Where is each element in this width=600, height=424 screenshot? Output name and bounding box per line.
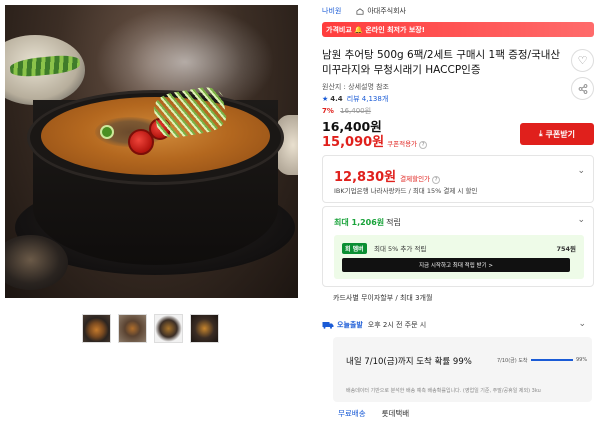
carrier-label: 롯데택배	[381, 409, 410, 418]
membership-badge: 회 멤버	[342, 243, 367, 254]
chevron-down-icon[interactable]: ⌄	[577, 166, 585, 176]
steam	[95, 5, 275, 100]
star-icon: ★	[322, 95, 329, 103]
thumbnail[interactable]	[82, 314, 111, 343]
card-discount-price: 12,830원	[334, 170, 397, 185]
rating-score: 4.4	[330, 95, 343, 103]
delivery-condition: 오후 2시 전 주문 시	[367, 321, 427, 329]
delivery-header: 오늘출발 오후 2시 전 주문 시 ⌄	[322, 319, 594, 330]
small-bowl	[5, 235, 68, 290]
heart-icon: ♡	[577, 54, 588, 67]
coupon-price-label: 쿠폰적용가	[387, 140, 418, 148]
share-button[interactable]	[571, 77, 594, 100]
chevron-down-icon[interactable]: ⌄	[578, 319, 586, 329]
wishlist-button[interactable]: ♡	[571, 49, 594, 72]
chevron-down-icon[interactable]: ⌄	[577, 215, 585, 225]
installment-info: 카드사별 무이자할부 / 최대 3개월	[333, 294, 433, 302]
arrival-note: 배송데이터 기반으로 분석한 배송 예측 배송확률입니다. (영업일 기준, 주…	[346, 388, 541, 394]
arrival-estimate: 내일 7/10(금)까지 도착 확률 99%	[346, 357, 472, 367]
coupon-button-label: 쿠폰받기	[545, 129, 575, 139]
store-link[interactable]: 아대주식회사	[356, 6, 406, 16]
original-price: 16,400원	[340, 107, 372, 115]
seller-bar: 나비원 아대주식회사	[322, 6, 406, 16]
arrival-probability-bar	[531, 359, 573, 361]
card-discount-box[interactable]: 12,830원 결제할인가 ? IBK기업은행 나라사랑카드 / 최대 15% …	[322, 155, 594, 203]
coupon-price-row: 15,090원 쿠폰적용가 ?	[322, 131, 428, 150]
discount-row: 7% 16,400원	[322, 106, 371, 116]
card-discount-label: 결제할인가	[400, 175, 431, 183]
thumbnail[interactable]	[190, 314, 219, 343]
shipping-options: 무료배송 롯데택배	[338, 408, 409, 419]
free-shipping-label: 무료배송	[338, 409, 366, 418]
membership-benefit-text: 최대 5% 추가 적립	[374, 245, 427, 253]
rating-row[interactable]: ★ 4.4 리뷰 4,138개	[322, 94, 388, 104]
origin-info: 원산지 : 상세설명 참조	[322, 83, 389, 91]
thumbnail-strip	[82, 314, 219, 343]
membership-points: 754원	[556, 245, 576, 253]
membership-start-button[interactable]: 지금 시작하고 최대 적립 받기 >	[342, 258, 570, 272]
arrival-day: 7/10(금) 도착	[497, 358, 528, 364]
coupon-download-button[interactable]: ⤓ 쿠폰받기	[520, 123, 594, 145]
thumbnail[interactable]	[118, 314, 147, 343]
truck-icon	[322, 322, 334, 329]
share-icon	[578, 83, 587, 94]
product-main-image[interactable]	[5, 5, 298, 298]
arrival-probability: 99%	[576, 357, 588, 363]
discount-percent: 7%	[322, 107, 334, 115]
points-title: 최대 1,206원 적립	[334, 217, 401, 228]
promo-text: 가격비교 🔔 온라인 최저가 보장!	[326, 25, 425, 34]
card-discount-price-row: 12,830원 결제할인가 ?	[334, 166, 441, 185]
points-box: 최대 1,206원 적립 ⌄ 회 멤버 최대 5% 추가 적립 754원 지금 시…	[322, 206, 594, 287]
arrival-estimate-box: 내일 7/10(금)까지 도착 확률 99% 7/10(금) 도착 99% 배송…	[333, 337, 592, 402]
arrival-probability-fill	[531, 359, 573, 361]
green-pepper-slice	[100, 125, 114, 139]
info-icon[interactable]: ?	[419, 141, 428, 149]
download-icon: ⤓	[539, 129, 543, 138]
info-icon[interactable]: ?	[432, 176, 441, 184]
card-discount-description: IBK기업은행 나라사랑카드 / 최대 15% 결제 시 할인	[334, 187, 478, 195]
membership-points-panel: 회 멤버 최대 5% 추가 적립 754원 지금 시작하고 최대 적립 받기 >	[334, 235, 584, 279]
seller-link[interactable]: 나비원	[322, 6, 341, 16]
price-compare-banner[interactable]: 가격비교 🔔 온라인 최저가 보장!	[322, 22, 594, 37]
home-icon	[356, 7, 364, 15]
product-title: 남원 추어탕 500g 6팩/2세트 구매시 1팩 증정/국내산 미꾸라지와 무…	[322, 49, 561, 76]
review-count-link[interactable]: 리뷰 4,138개	[347, 94, 389, 104]
store-name: 아대주식회사	[367, 7, 406, 15]
coupon-price: 15,090원	[322, 135, 385, 150]
thumbnail[interactable]	[154, 314, 183, 343]
delivery-brand: 오늘출발	[337, 321, 363, 329]
points-max: 최대 1,206원	[334, 218, 385, 227]
product-info-panel: 나비원 아대주식회사 가격비교 🔔 온라인 최저가 보장! 남원 추어탕 500…	[322, 0, 594, 424]
points-suffix: 적립	[386, 218, 401, 227]
